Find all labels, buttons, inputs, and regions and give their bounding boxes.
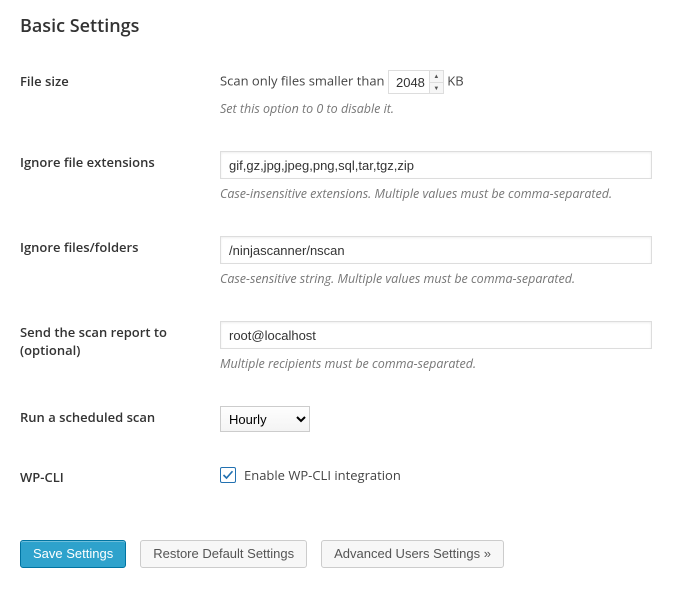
stepper-up-icon[interactable]: ▲	[430, 71, 443, 83]
file-size-input-wrap: ▲ ▼	[388, 70, 444, 94]
advanced-button[interactable]: Advanced Users Settings »	[321, 540, 504, 568]
file-size-description: Set this option to 0 to disable it.	[220, 100, 660, 117]
scheduled-label: Run a scheduled scan	[20, 396, 220, 456]
file-size-suffix: KB	[447, 71, 463, 89]
ignore-ext-label: Ignore file extensions	[20, 141, 220, 226]
check-icon	[222, 469, 234, 481]
ignore-ext-input[interactable]	[220, 151, 652, 179]
wpcli-label: WP-CLI	[20, 456, 220, 512]
send-report-description: Multiple recipients must be comma-separa…	[220, 355, 660, 372]
actions-row: Save Settings Restore Default Settings A…	[20, 540, 670, 568]
file-size-input[interactable]	[389, 71, 429, 93]
stepper-down-icon[interactable]: ▼	[430, 83, 443, 94]
file-size-label: File size	[20, 60, 220, 141]
ignore-files-label: Ignore files/folders	[20, 226, 220, 311]
ignore-ext-description: Case-insensitive extensions. Multiple va…	[220, 185, 660, 202]
ignore-files-description: Case-sensitive string. Multiple values m…	[220, 270, 660, 287]
send-report-label: Send the scan report to (optional)	[20, 311, 220, 396]
wpcli-checkbox-label: Enable WP-CLI integration	[244, 466, 401, 484]
ignore-files-input[interactable]	[220, 236, 652, 264]
file-size-stepper: ▲ ▼	[429, 71, 443, 93]
wpcli-checkbox[interactable]	[220, 467, 236, 483]
send-report-input[interactable]	[220, 321, 652, 349]
section-title: Basic Settings	[20, 14, 670, 38]
file-size-prefix: Scan only files smaller than	[220, 71, 385, 89]
restore-button[interactable]: Restore Default Settings	[140, 540, 307, 568]
save-button[interactable]: Save Settings	[20, 540, 126, 568]
scheduled-select[interactable]: Hourly	[220, 406, 310, 432]
settings-table: File size Scan only files smaller than ▲…	[20, 60, 670, 512]
